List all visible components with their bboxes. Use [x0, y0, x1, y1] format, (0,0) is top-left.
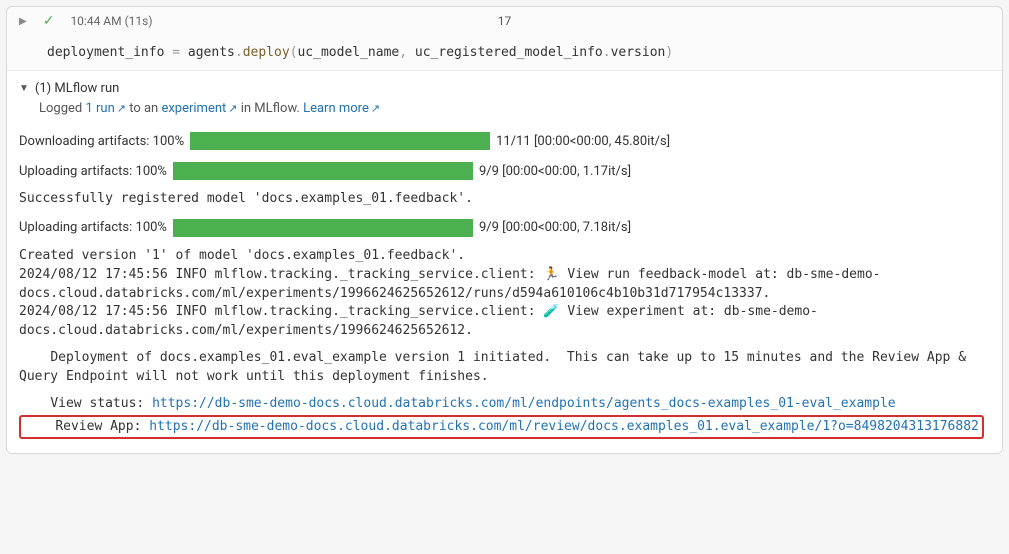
link-text: experiment [161, 101, 226, 116]
mlflow-run-link[interactable]: 1 run↗ [85, 101, 126, 116]
external-link-icon: ↗ [371, 102, 380, 115]
progress-bar [173, 162, 473, 180]
text: Logged [39, 101, 85, 116]
mlflow-learn-more-link[interactable]: Learn more↗ [303, 101, 380, 116]
mlflow-subtext: Logged 1 run↗ to an experiment↗ in MLflo… [19, 98, 990, 126]
text: in MLflow. [238, 101, 304, 116]
mlflow-run-title: (1) MLflow run [35, 81, 119, 96]
progress-row: Downloading artifacts: 100% 11/11 [00:00… [19, 126, 990, 156]
chevron-down-icon: ▼ [19, 83, 29, 94]
log-text: Successfully registered model 'docs.exam… [19, 186, 990, 213]
mlflow-run-disclosure[interactable]: ▼ (1) MLflow run [19, 75, 990, 98]
progress-bar [190, 132, 490, 150]
external-link-icon: ↗ [228, 102, 237, 115]
external-link-icon: ↗ [117, 102, 126, 115]
text: to an [126, 101, 161, 116]
text: View status: [19, 396, 152, 411]
cell-output: ▼ (1) MLflow run Logged 1 run↗ to an exp… [7, 70, 1002, 453]
progress-label: Downloading artifacts: 100% [19, 134, 184, 149]
code-token: ) [665, 45, 673, 60]
progress-label: Uploading artifacts: 100% [19, 164, 167, 179]
progress-row: Uploading artifacts: 100% 9/9 [00:00<00:… [19, 213, 990, 243]
text: Review App: [24, 419, 149, 434]
progress-stats: 9/9 [00:00<00:00, 7.18it/s] [479, 220, 631, 235]
link-text: Learn more [303, 101, 369, 116]
link-text: 1 run [85, 101, 114, 116]
cell-header: ▶ ✓ 10:44 AM (11s) 17 [7, 7, 1002, 35]
code-token: uc_registered_model_info [415, 45, 603, 60]
mlflow-experiment-link[interactable]: experiment↗ [161, 101, 237, 116]
run-cell-button[interactable]: ▶ [19, 16, 27, 27]
code-token: deploy [243, 45, 290, 60]
code-editor[interactable]: deployment_info = agents.deploy(uc_model… [7, 35, 1002, 70]
progress-label: Uploading artifacts: 100% [19, 220, 167, 235]
code-token: . [603, 45, 611, 60]
cell-number: 17 [498, 14, 512, 28]
code-token: = [164, 45, 187, 60]
progress-stats: 11/11 [00:00<00:00, 45.80it/s] [496, 134, 670, 149]
code-token: . [235, 45, 243, 60]
notebook-cell: ▶ ✓ 10:44 AM (11s) 17 deployment_info = … [6, 6, 1003, 454]
code-token: agents [188, 45, 235, 60]
code-token: , [399, 45, 415, 60]
code-token: uc_model_name [297, 45, 399, 60]
review-app-highlight: Review App: https://db-sme-demo-docs.clo… [19, 415, 984, 440]
cell-run-time: 10:44 AM (11s) [70, 14, 152, 28]
log-text: Deployment of docs.examples_01.eval_exam… [19, 345, 990, 391]
code-token: deployment_info [47, 45, 164, 60]
check-icon: ✓ [43, 13, 55, 29]
log-text: View status: https://db-sme-demo-docs.cl… [19, 391, 990, 444]
log-text: Created version '1' of model 'docs.examp… [19, 243, 990, 345]
progress-row: Uploading artifacts: 100% 9/9 [00:00<00:… [19, 156, 990, 186]
progress-stats: 9/9 [00:00<00:00, 1.17it/s] [479, 164, 631, 179]
view-status-link[interactable]: https://db-sme-demo-docs.cloud.databrick… [152, 396, 896, 411]
progress-bar [173, 219, 473, 237]
review-app-link[interactable]: https://db-sme-demo-docs.cloud.databrick… [149, 419, 979, 434]
code-token: version [611, 45, 666, 60]
